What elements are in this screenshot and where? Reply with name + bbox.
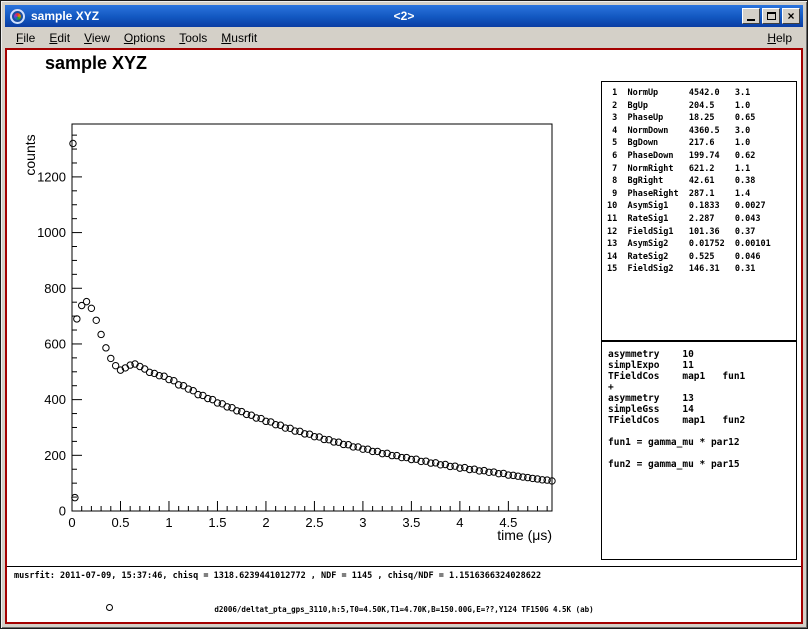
svg-text:4: 4	[456, 515, 463, 530]
svg-text:0: 0	[68, 515, 75, 530]
minimize-icon	[747, 19, 755, 21]
maximize-button[interactable]	[762, 8, 780, 24]
bottom-separator	[7, 566, 801, 567]
menu-item-view[interactable]: View	[77, 29, 117, 47]
run-legend[interactable]: d2006/deltat_pta_gps_3110,h:5,T0=4.50K,T…	[7, 599, 801, 619]
svg-text:3.5: 3.5	[402, 515, 420, 530]
menu-item-edit[interactable]: Edit	[42, 29, 77, 47]
title-bar[interactable]: sample XYZ <2> ×	[5, 5, 803, 27]
parameter-box[interactable]: 1 NormUp 4542.0 3.1 2 BgUp 204.5 1.0 3 P…	[601, 81, 797, 341]
close-button[interactable]: ×	[782, 8, 800, 24]
open-circle-marker-icon	[106, 604, 113, 611]
svg-text:2: 2	[262, 515, 269, 530]
axes: 02004006008001000120000.511.522.533.544.…	[22, 124, 552, 543]
svg-text:600: 600	[44, 336, 66, 351]
svg-text:1.5: 1.5	[208, 515, 226, 530]
window-controls: ×	[742, 8, 800, 24]
svg-text:2.5: 2.5	[305, 515, 323, 530]
menu-bar: File Edit View Options Tools Musrfit Hel…	[5, 28, 803, 48]
svg-text:200: 200	[44, 448, 66, 463]
app-icon[interactable]	[10, 9, 25, 24]
data-points	[70, 140, 555, 501]
menu-item-file[interactable]: File	[9, 29, 42, 47]
parameter-box-text: 1 NormUp 4542.0 3.1 2 BgUp 204.5 1.0 3 P…	[602, 82, 796, 276]
plot-svg[interactable]: 02004006008001000120000.511.522.533.544.…	[7, 50, 592, 595]
fit-stats-line: musrfit: 2011-07-09, 15:37:46, chisq = 1…	[14, 571, 797, 581]
maximize-icon	[767, 12, 776, 20]
menu-item-help[interactable]: Help	[760, 29, 799, 47]
close-icon: ×	[787, 10, 794, 22]
svg-text:800: 800	[44, 281, 66, 296]
minimize-button[interactable]	[742, 8, 760, 24]
window-title: sample XYZ	[31, 9, 99, 23]
menu-item-options[interactable]: Options	[117, 29, 172, 47]
svg-text:3: 3	[359, 515, 366, 530]
menu-item-musrfit[interactable]: Musrfit	[214, 29, 264, 47]
main-window: sample XYZ <2> × File Edit View Options …	[0, 0, 808, 629]
theory-box-text: asymmetry 10 simplExpo 11 TFieldCos map1…	[602, 342, 796, 470]
window-center-title: <2>	[5, 9, 803, 23]
svg-text:1200: 1200	[37, 169, 66, 184]
svg-text:0.5: 0.5	[111, 515, 129, 530]
svg-text:1: 1	[165, 515, 172, 530]
svg-text:time (μs): time (μs)	[497, 527, 552, 543]
svg-text:1000: 1000	[37, 225, 66, 240]
menu-item-tools[interactable]: Tools	[172, 29, 214, 47]
canvas[interactable]: sample XYZ 02004006008001000120000.511.5…	[5, 48, 803, 624]
svg-text:400: 400	[44, 392, 66, 407]
legend-text: d2006/deltat_pta_gps_3110,h:5,T0=4.50K,T…	[7, 599, 801, 614]
svg-text:0: 0	[59, 504, 66, 519]
theory-box[interactable]: asymmetry 10 simplExpo 11 TFieldCos map1…	[601, 341, 797, 560]
svg-text:counts: counts	[22, 134, 38, 175]
